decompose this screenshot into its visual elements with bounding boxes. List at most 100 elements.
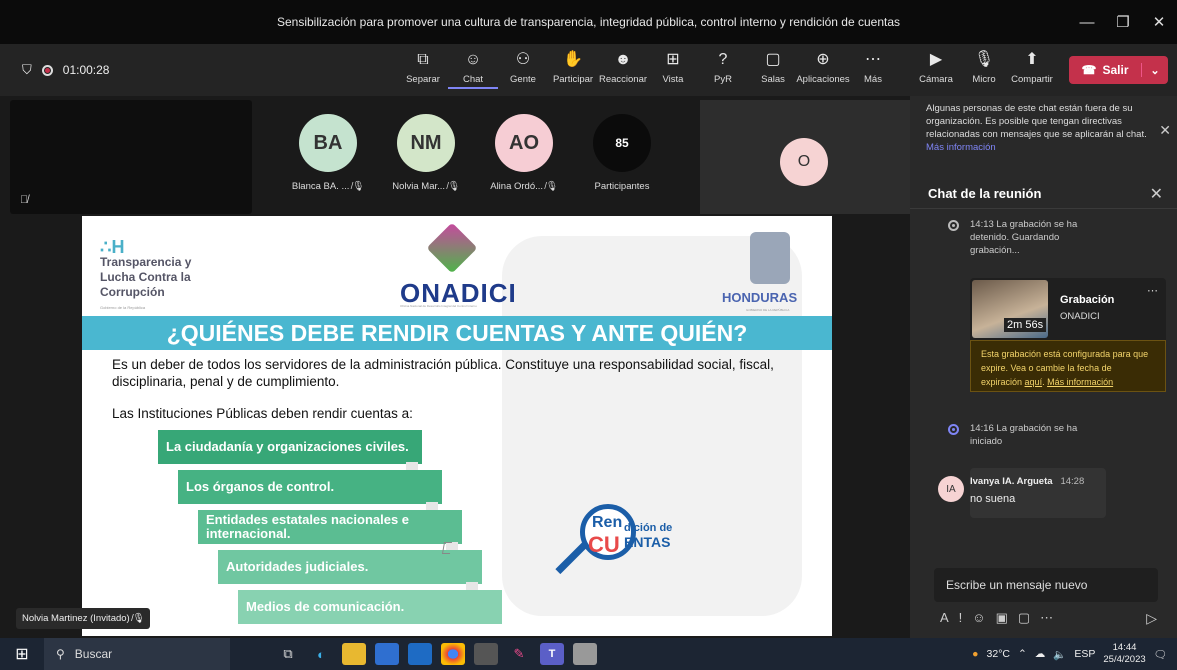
taskbar-clock[interactable]: 14:44 25/4/2023 xyxy=(1103,642,1145,666)
title-bar: Sensibilización para promover una cultur… xyxy=(0,0,1177,44)
camara-label: Cámara xyxy=(919,74,953,85)
avatar: NM xyxy=(397,114,455,172)
mail-icon[interactable] xyxy=(408,643,432,665)
emoji-icon[interactable]: ☺ xyxy=(972,610,985,626)
task-view-icon[interactable]: ⧉ xyxy=(276,643,300,665)
vista-button[interactable]: ⊞ Vista xyxy=(648,50,698,89)
video-tile[interactable]: O xyxy=(700,100,910,214)
network-icon[interactable]: ☁ xyxy=(1035,648,1046,660)
sticker-icon[interactable]: ▢ xyxy=(1018,610,1030,626)
here-link[interactable]: aquí xyxy=(1025,377,1043,387)
message-text: no suena xyxy=(970,493,1016,505)
salas-button[interactable]: ▢ Salas xyxy=(748,50,798,89)
close-icon[interactable]: ✕ xyxy=(1141,0,1177,44)
close-chat-icon[interactable]: ✕ xyxy=(1150,184,1163,204)
search-label: Buscar xyxy=(74,647,113,661)
onadici-subtitle: Oficina Nacional de Desarrollo Integral … xyxy=(400,304,477,308)
compose-input[interactable]: Escribe un mensaje nuevo xyxy=(934,568,1158,602)
taskbar-search[interactable]: ⚲ Buscar xyxy=(44,638,230,670)
important-icon[interactable]: ! xyxy=(959,610,963,626)
weather-temp[interactable]: 32°C xyxy=(987,648,1010,660)
compartir-icon: ⬆ xyxy=(1025,51,1039,68)
recording-icon xyxy=(41,64,53,76)
send-icon[interactable]: ▷ xyxy=(1146,610,1157,627)
more-icon[interactable]: ⋯ xyxy=(1040,610,1053,626)
pyr-button[interactable]: ? PyR xyxy=(698,50,748,89)
camara-icon: ▶ xyxy=(929,51,943,68)
step-1: La ciudadanía y organizaciones civiles. xyxy=(158,430,422,464)
vista-label: Vista xyxy=(662,74,684,85)
avatar: BA xyxy=(299,114,357,172)
honduras-coat-of-arms-icon xyxy=(750,232,790,284)
leave-button[interactable]: ☎ Salir ⌄ xyxy=(1069,56,1168,84)
compose-toolbar: A ! ☺ ▣ ▢ ⋯ xyxy=(940,610,1053,626)
tlc-h-icon: ∴H xyxy=(100,237,125,257)
compartir-button[interactable]: ⬆ Compartir xyxy=(1008,50,1056,85)
minimize-icon[interactable]: — xyxy=(1069,0,1105,44)
gente-label: Gente xyxy=(510,74,536,85)
gif-icon[interactable]: ▣ xyxy=(996,610,1008,626)
participar-label: Participar xyxy=(552,74,594,85)
calculator-icon[interactable] xyxy=(474,643,498,665)
recording-stopped-icon xyxy=(948,220,959,231)
close-icon[interactable]: ✕ xyxy=(1159,122,1171,139)
mas-icon: ⋯ xyxy=(865,51,881,68)
paint-icon[interactable]: ✎ xyxy=(507,643,531,665)
recording-card[interactable]: 2m 56s Grabación ONADICI ⋯ xyxy=(970,278,1166,340)
chat-button[interactable]: ☺ Chat xyxy=(448,50,498,89)
volume-icon[interactable]: 🔈 xyxy=(1053,648,1066,661)
windows-start-icon[interactable]: ⊞ xyxy=(0,644,44,664)
weather-icon[interactable]: ● xyxy=(972,648,978,660)
chevron-up-icon[interactable]: ⌃ xyxy=(1018,648,1027,660)
teams-icon[interactable]: T xyxy=(540,643,564,665)
mas-button[interactable]: ⋯ Más xyxy=(848,50,898,89)
avatar: O xyxy=(780,138,828,186)
micro-button[interactable]: 🎙 Micro xyxy=(960,50,1008,85)
store-icon[interactable] xyxy=(375,643,399,665)
chat-message[interactable]: Ivanya IA. Argueta 14:28 no suena xyxy=(970,468,1106,518)
participant-name: Nolvia Mar... ̸🎙 xyxy=(392,181,460,192)
step-4: Autoridades judiciales. xyxy=(218,550,482,584)
system-message: 14:13 La grabación se ha detenido. Guard… xyxy=(970,219,1078,256)
format-icon[interactable]: A xyxy=(940,610,949,626)
edge-icon[interactable]: ◐ xyxy=(309,643,333,665)
meeting-tools: ⧉ Separar ☺ Chat ⚇ Gente ✋ Participar ☻ Reacciona… xyxy=(398,50,898,89)
camara-button[interactable]: ▶ Cámara xyxy=(912,50,960,85)
participant-tile[interactable]: NM Nolvia Mar... ̸🎙 xyxy=(388,114,464,192)
aplicaciones-icon: ⊕ xyxy=(816,51,830,68)
participant-tile[interactable]: AO Alina Ordó... ̸🎙 xyxy=(486,114,562,192)
reaccionar-button[interactable]: ☻ Reaccionar xyxy=(598,50,648,89)
participant-strip: BA Blanca BA. ... ̸🎙 NM Nolvia Mar... ̸🎙… xyxy=(290,114,660,192)
participar-button[interactable]: ✋ Participar xyxy=(548,50,598,89)
video-tile[interactable]: 🎙̸ xyxy=(10,100,252,214)
file-explorer-icon[interactable] xyxy=(342,643,366,665)
chevron-down-icon[interactable]: ⌄ xyxy=(1142,64,1168,77)
chat-icon: ☺ xyxy=(464,51,482,68)
salas-label: Salas xyxy=(761,74,785,85)
salas-icon: ▢ xyxy=(765,51,781,68)
lang-indicator[interactable]: ESP xyxy=(1074,648,1095,660)
external-notice: Algunas personas de este chat están fuer… xyxy=(926,103,1147,153)
separar-button[interactable]: ⧉ Separar xyxy=(398,50,448,89)
device-tools: ▶ Cámara 🎙 Micro ⬆ Compartir xyxy=(912,50,1056,85)
chat-label: Chat xyxy=(462,74,484,85)
app-icon[interactable] xyxy=(573,643,597,665)
chrome-icon[interactable] xyxy=(441,643,465,665)
notifications-icon[interactable]: 🗨 xyxy=(1154,648,1167,661)
recording-thumbnail[interactable]: 2m 56s xyxy=(972,280,1048,338)
recording-org: ONADICI xyxy=(1060,311,1100,322)
gente-button[interactable]: ⚇ Gente xyxy=(498,50,548,89)
participants-count-tile[interactable]: 85 Participantes xyxy=(584,114,660,192)
onadici-logo-icon xyxy=(426,222,478,274)
gente-icon: ⚇ xyxy=(515,51,531,68)
step-3: Entidades estatales nacionales e interna… xyxy=(198,510,462,544)
more-info-link[interactable]: Más información xyxy=(926,142,996,153)
more-options-icon[interactable]: ⋯ xyxy=(1147,284,1158,297)
more-info-link[interactable]: Más información xyxy=(1047,377,1113,387)
aplicaciones-button[interactable]: ⊕ Aplicaciones xyxy=(796,50,849,89)
recording-started-icon xyxy=(948,424,959,435)
participant-tile[interactable]: BA Blanca BA. ... ̸🎙 xyxy=(290,114,366,192)
window-controls: — ❐ ✕ xyxy=(1069,0,1177,44)
maximize-icon[interactable]: ❐ xyxy=(1105,0,1141,44)
mas-label: Más xyxy=(864,74,882,85)
